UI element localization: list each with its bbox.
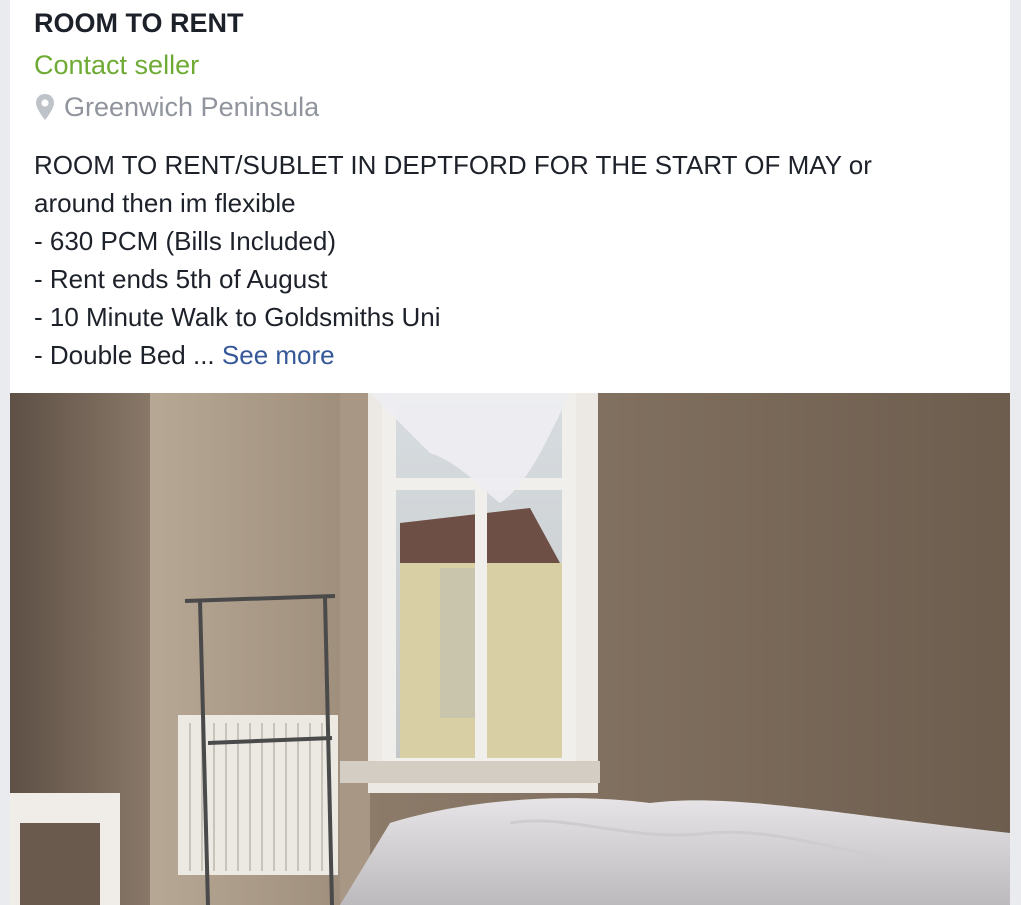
listing-info: ROOM TO RENT Contact seller Greenwich Pe… (10, 0, 1010, 393)
map-pin-icon (34, 93, 56, 121)
listing-location: Greenwich Peninsula (64, 92, 320, 122)
see-more-link[interactable]: See more (222, 340, 335, 370)
description-truncated-text: - Double Bed ... (34, 340, 222, 370)
location-row: Greenwich Peninsula (34, 90, 986, 124)
description-line: - Rent ends 5th of August (34, 264, 328, 294)
description-last-line: - Double Bed ... See more (34, 336, 986, 374)
description-line: - 630 PCM (Bills Included) (34, 226, 336, 256)
description-line: ROOM TO RENT/SUBLET IN DEPTFORD FOR THE … (34, 150, 872, 180)
description-line: - 10 Minute Walk to Goldsmiths Uni (34, 302, 441, 332)
listing-description: ROOM TO RENT/SUBLET IN DEPTFORD FOR THE … (34, 146, 986, 374)
listing-title: ROOM TO RENT (34, 8, 244, 38)
listing-photo[interactable] (10, 393, 1010, 905)
contact-seller-link[interactable]: Contact seller (34, 48, 199, 82)
description-line: around then im flexible (34, 188, 296, 218)
listing-card: ROOM TO RENT Contact seller Greenwich Pe… (10, 0, 1010, 905)
